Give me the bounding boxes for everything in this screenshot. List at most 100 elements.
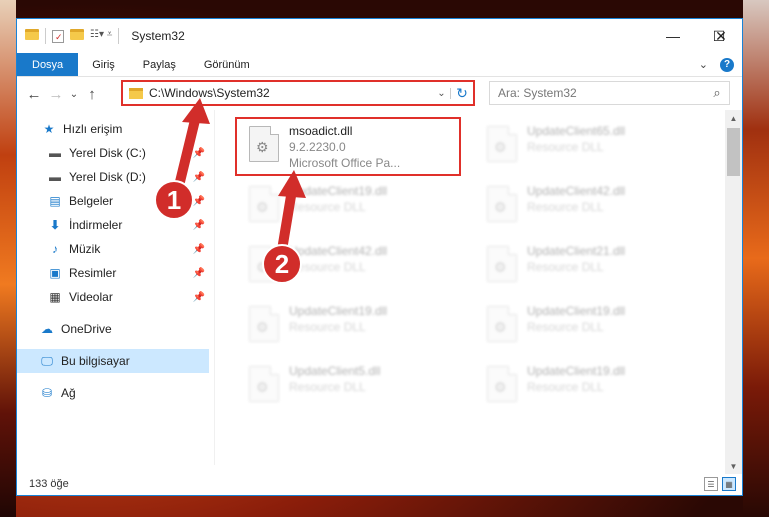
sidebar-item-network[interactable]: ⛁ Ağ: [17, 381, 209, 405]
sidebar-item-label: Resimler: [69, 266, 117, 280]
tab-view[interactable]: Görünüm: [190, 53, 264, 76]
tab-home[interactable]: Giriş: [78, 53, 129, 76]
pin-icon[interactable]: 📌: [193, 268, 205, 279]
pin-icon[interactable]: 📌: [193, 148, 205, 159]
file-name: UpdateClient21.dll: [527, 244, 626, 258]
refresh-icon[interactable]: ↻: [451, 85, 473, 102]
status-bar: 133 öğe ☰ ▦: [17, 473, 742, 495]
ribbon-tabs: Dosya Giriş Paylaş Görünüm ⌄ ?: [17, 53, 742, 77]
sidebar-item-local-disk-c[interactable]: ▬ Yerel Disk (C:) 📌: [17, 141, 209, 165]
desktop-wallpaper-right: [743, 0, 769, 517]
file-name: UpdateClient19.dll: [289, 184, 388, 198]
sidebar-item-pictures[interactable]: ▣ Resimler 📌: [17, 261, 209, 285]
scroll-up-icon[interactable]: ▲: [725, 110, 742, 126]
window-title: System32: [131, 29, 185, 43]
sidebar-item-onedrive[interactable]: ☁ OneDrive: [17, 317, 209, 341]
file-description: Resource DLL: [289, 200, 366, 214]
desktop-wallpaper-left: [0, 0, 16, 517]
pictures-icon: ▣: [49, 266, 61, 280]
file-description: Resource DLL: [527, 380, 604, 394]
file-name: UpdateClient19.dll: [289, 304, 388, 318]
file-item[interactable]: ⚙ UpdateClient19.dll Resource DLL: [239, 300, 459, 356]
tab-share[interactable]: Paylaş: [129, 53, 190, 76]
forward-button[interactable]: →: [45, 86, 67, 103]
dll-file-icon: ⚙: [249, 306, 279, 342]
sidebar-item-this-pc[interactable]: 🖵 Bu bilgisayar: [17, 349, 209, 373]
file-description: Resource DLL: [289, 260, 366, 274]
file-description: Resource DLL: [289, 380, 366, 394]
details-view-icon[interactable]: ☰: [704, 477, 718, 491]
pin-icon[interactable]: 📌: [193, 196, 205, 207]
file-description: Resource DLL: [289, 320, 366, 334]
file-item[interactable]: ⚙ UpdateClient19.dll Resource DLL: [477, 360, 697, 416]
file-item[interactable]: ⚙ UpdateClient19.dll Resource DLL: [239, 180, 459, 236]
customize-toolbar-icon[interactable]: ☷▾ ⩡: [90, 29, 112, 43]
sidebar-item-label: Bu bilgisayar: [61, 354, 130, 368]
sidebar-item-music[interactable]: ♪ Müzik 📌: [17, 237, 209, 261]
new-folder-icon[interactable]: [70, 29, 84, 43]
scrollbar-thumb[interactable]: [727, 128, 740, 176]
dll-file-icon: ⚙: [487, 306, 517, 342]
chevron-down-icon[interactable]: ⌄: [433, 87, 451, 99]
network-icon: ⛁: [41, 386, 53, 400]
sidebar-item-label: OneDrive: [61, 322, 112, 336]
quick-access-divider: [45, 28, 46, 44]
title-bar: ✓ ☷▾ ⩡ System32 — ☐: [17, 19, 742, 53]
file-item[interactable]: ⚙ UpdateClient65.dll Resource DLL: [477, 120, 697, 176]
file-name: UpdateClient19.dll: [527, 304, 626, 318]
sidebar-item-label: Videolar: [69, 290, 113, 304]
title-divider: [118, 28, 120, 44]
pin-icon[interactable]: 📌: [193, 220, 205, 231]
dll-file-icon: ⚙: [487, 126, 517, 162]
help-icon[interactable]: ?: [720, 57, 734, 72]
address-bar[interactable]: C:\Windows\System32 ⌄ ↻: [121, 80, 475, 106]
dll-file-icon: ⚙: [249, 366, 279, 402]
item-count: 133 öğe: [29, 478, 69, 490]
vertical-scrollbar[interactable]: ▲ ▼: [725, 110, 742, 474]
properties-icon[interactable]: ✓: [52, 29, 64, 43]
minimize-button[interactable]: —: [650, 19, 696, 53]
file-description: Resource DLL: [527, 260, 604, 274]
dll-file-icon: ⚙: [487, 246, 517, 282]
file-name: UpdateClient19.dll: [527, 364, 626, 378]
download-icon: ⬇: [49, 218, 61, 232]
star-icon: ★: [43, 122, 55, 136]
close-icon[interactable]: ✕: [698, 19, 744, 53]
sidebar-item-label: Ağ: [61, 386, 76, 400]
folder-icon: [25, 29, 39, 43]
file-description: Resource DLL: [527, 320, 604, 334]
search-input[interactable]: Ara: System32 ⌕: [489, 81, 730, 105]
file-item[interactable]: ⚙ UpdateClient21.dll Resource DLL: [477, 240, 697, 296]
search-placeholder: Ara: System32: [498, 86, 577, 100]
pin-icon[interactable]: 📌: [193, 172, 205, 183]
dll-file-icon: ⚙: [487, 186, 517, 222]
sidebar-item-label: Müzik: [69, 242, 101, 256]
dll-file-icon: ⚙: [249, 186, 279, 222]
up-button[interactable]: ↑: [81, 86, 103, 103]
search-icon[interactable]: ⌕: [705, 85, 729, 101]
dll-file-icon: ⚙: [487, 366, 517, 402]
documents-icon: ▤: [49, 194, 61, 208]
file-item[interactable]: ⚙ UpdateClient5.dll Resource DLL: [239, 360, 459, 416]
file-highlight-box: [235, 117, 461, 176]
music-icon: ♪: [52, 242, 58, 256]
file-name: UpdateClient42.dll: [527, 184, 626, 198]
tiles-view-icon[interactable]: ▦: [722, 477, 736, 491]
file-name: UpdateClient5.dll: [289, 364, 381, 378]
sidebar-item-quick-access[interactable]: ★ Hızlı erişim: [17, 117, 209, 141]
file-item[interactable]: ⚙ UpdateClient19.dll Resource DLL: [477, 300, 697, 356]
tab-file[interactable]: Dosya: [17, 53, 79, 76]
expand-ribbon-icon[interactable]: ⌄: [699, 58, 708, 71]
drive-icon: ▬: [49, 146, 61, 160]
file-description: Resource DLL: [527, 200, 604, 214]
address-path[interactable]: C:\Windows\System32: [149, 86, 433, 100]
step-badge-2: 2: [262, 244, 302, 284]
file-item[interactable]: ⚙ UpdateClient42.dll Resource DLL: [477, 180, 697, 236]
pin-icon[interactable]: 📌: [193, 292, 205, 303]
scroll-down-icon[interactable]: ▼: [725, 458, 742, 474]
sidebar-item-videos[interactable]: ▦ Videolar 📌: [17, 285, 209, 309]
back-button[interactable]: ←: [23, 86, 45, 103]
view-switcher: ☰ ▦: [704, 477, 736, 491]
pin-icon[interactable]: 📌: [193, 244, 205, 255]
recent-locations-button[interactable]: ⌄: [67, 89, 81, 100]
